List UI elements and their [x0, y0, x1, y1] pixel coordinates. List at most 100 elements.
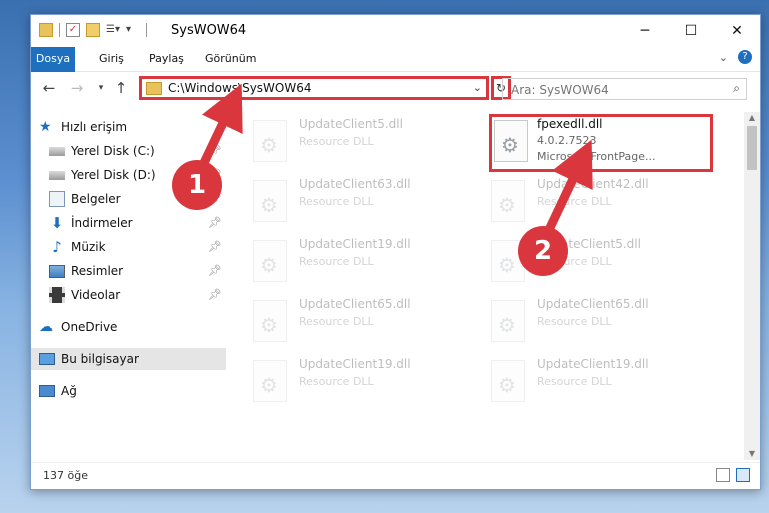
sidebar-item-onedrive[interactable]: ☁ OneDrive: [39, 316, 226, 338]
file-item[interactable]: UpdateClient65.dll Resource DLL: [465, 296, 695, 350]
search-input[interactable]: [509, 81, 723, 99]
large-icons-view-icon[interactable]: [736, 468, 750, 482]
explorer-window: ✓ ☰▾ ▾ SysWOW64 ─ ☐ ✕ Dosya Giriş Paylaş…: [30, 14, 761, 490]
tab-share[interactable]: Paylaş: [141, 47, 192, 71]
file-name: fpexedll.dll: [537, 117, 603, 131]
dll-file-icon: [491, 180, 525, 222]
new-folder-icon[interactable]: [86, 23, 100, 37]
callout-step-1: 1: [172, 160, 222, 210]
back-arrow-icon[interactable]: ←: [39, 78, 59, 98]
folder-icon[interactable]: [39, 23, 53, 37]
film-icon: [49, 287, 65, 303]
tab-home[interactable]: Giriş: [91, 47, 132, 71]
sidebar-item-music[interactable]: ♪ Müzik 📌︎: [49, 236, 226, 258]
pin-icon[interactable]: 📌︎: [208, 288, 222, 301]
cloud-icon: ☁: [39, 319, 53, 335]
dll-file-icon: [491, 300, 525, 342]
vertical-scrollbar[interactable]: ▲ ▼: [744, 112, 760, 460]
details-view-icon[interactable]: [716, 468, 730, 482]
sidebar-item-videos[interactable]: Videolar 📌︎: [49, 284, 226, 306]
window-controls: ─ ☐ ✕: [622, 15, 760, 47]
item-count: 137 öğe: [43, 469, 88, 482]
file-type: Resource DLL: [299, 375, 374, 388]
scrollbar-thumb[interactable]: [747, 126, 757, 170]
status-bar: 137 öğe: [31, 462, 760, 489]
sidebar-item-local-disk-c[interactable]: Yerel Disk (C:) 📌︎: [49, 140, 226, 162]
file-name: UpdateClient65.dll: [537, 297, 649, 311]
callout-step-2: 2: [518, 226, 568, 276]
file-item[interactable]: UpdateClient19.dll Resource DLL: [465, 356, 695, 410]
customize-toolbar-icon[interactable]: ☰▾: [106, 23, 120, 37]
documents-icon: [49, 191, 65, 207]
file-name: UpdateClient19.dll: [299, 237, 411, 251]
maximize-button[interactable]: ☐: [668, 15, 714, 47]
dll-file-icon: [253, 300, 287, 342]
file-type: Resource DLL: [537, 315, 612, 328]
sidebar-item-network[interactable]: Ağ: [39, 380, 226, 402]
sidebar-item-this-pc[interactable]: Bu bilgisayar: [31, 348, 226, 370]
file-type: Resource DLL: [299, 135, 374, 148]
up-arrow-icon[interactable]: ↑: [111, 78, 131, 98]
address-bar[interactable]: C:\Windows\SysWOW64 ⌄: [139, 76, 489, 100]
dll-file-icon: [253, 240, 287, 282]
tab-view[interactable]: Görünüm: [197, 47, 264, 71]
forward-arrow-icon[interactable]: →: [67, 78, 87, 98]
file-type: Resource DLL: [299, 255, 374, 268]
scroll-up-icon[interactable]: ▲: [744, 112, 760, 124]
dll-file-icon: [491, 360, 525, 402]
close-button[interactable]: ✕: [714, 15, 760, 47]
pin-icon[interactable]: 📌︎: [208, 240, 222, 253]
minimize-button[interactable]: ─: [622, 15, 668, 47]
sidebar-item-label: Belgeler: [71, 192, 121, 206]
pin-icon[interactable]: 📌︎: [208, 264, 222, 277]
sidebar-item-quick-access[interactable]: ★ Hızlı erişim: [39, 116, 234, 138]
sidebar-item-downloads[interactable]: ⬇ İndirmeler 📌︎: [49, 212, 226, 234]
file-name: UpdateClient19.dll: [299, 357, 411, 371]
star-icon: ★: [39, 119, 52, 135]
file-item[interactable]: UpdateClient5.dll Resource DLL: [227, 116, 457, 170]
search-icon[interactable]: ⌕: [733, 81, 740, 96]
pictures-icon: [49, 264, 65, 278]
file-type: Resource DLL: [299, 315, 374, 328]
file-description: Microsoft FrontPage...: [537, 150, 656, 163]
file-item[interactable]: UpdateClient65.dll Resource DLL: [227, 296, 457, 350]
sidebar-item-label: Resimler: [71, 264, 124, 278]
folder-icon: [146, 82, 162, 95]
sidebar-item-label: Yerel Disk (D:): [71, 168, 156, 182]
ribbon-controls: ⌄ ?: [719, 50, 752, 64]
file-name: UpdateClient65.dll: [299, 297, 411, 311]
file-item[interactable]: UpdateClient42.dll Resource DLL: [465, 176, 695, 230]
chevron-down-icon[interactable]: ▾: [126, 23, 140, 37]
view-toggle: [716, 468, 750, 482]
file-item[interactable]: UpdateClient5.dll Resource DLL: [465, 236, 695, 290]
file-version: 4.0.2.7523: [537, 134, 597, 147]
pin-icon[interactable]: 📌︎: [208, 216, 222, 229]
toolbar-divider: [59, 23, 60, 37]
scroll-down-icon[interactable]: ▼: [744, 448, 760, 460]
properties-icon[interactable]: ✓: [66, 23, 80, 37]
file-type: Resource DLL: [299, 195, 374, 208]
dll-file-icon: [253, 360, 287, 402]
file-name: UpdateClient63.dll: [299, 177, 411, 191]
chevron-down-icon[interactable]: ⌄: [473, 81, 482, 94]
file-item[interactable]: UpdateClient19.dll Resource DLL: [227, 236, 457, 290]
address-path[interactable]: C:\Windows\SysWOW64: [168, 81, 312, 95]
sidebar-item-label: Müzik: [71, 240, 106, 254]
search-box[interactable]: ⌕: [502, 78, 747, 100]
file-item[interactable]: UpdateClient19.dll Resource DLL: [227, 356, 457, 410]
dll-file-icon: [253, 180, 287, 222]
file-item[interactable]: UpdateClient63.dll Resource DLL: [227, 176, 457, 230]
file-item-fpexedll[interactable]: fpexedll.dll 4.0.2.7523 Microsoft FrontP…: [489, 114, 713, 172]
sidebar-item-label: Hızlı erişim: [61, 120, 128, 134]
file-name: UpdateClient5.dll: [299, 117, 403, 131]
window-title: SysWOW64: [171, 23, 247, 38]
file-type: Resource DLL: [537, 375, 612, 388]
sidebar-item-pictures[interactable]: Resimler 📌︎: [49, 260, 226, 282]
recent-locations-icon[interactable]: ▾: [91, 78, 111, 98]
file-type: Resource DLL: [537, 195, 612, 208]
pin-icon[interactable]: 📌︎: [208, 144, 222, 157]
ribbon-tabs: Dosya Giriş Paylaş Görünüm ⌄ ?: [31, 47, 760, 101]
chevron-down-icon[interactable]: ⌄: [719, 51, 728, 64]
download-arrow-icon: ⬇: [50, 214, 64, 232]
help-icon[interactable]: ?: [738, 50, 752, 64]
